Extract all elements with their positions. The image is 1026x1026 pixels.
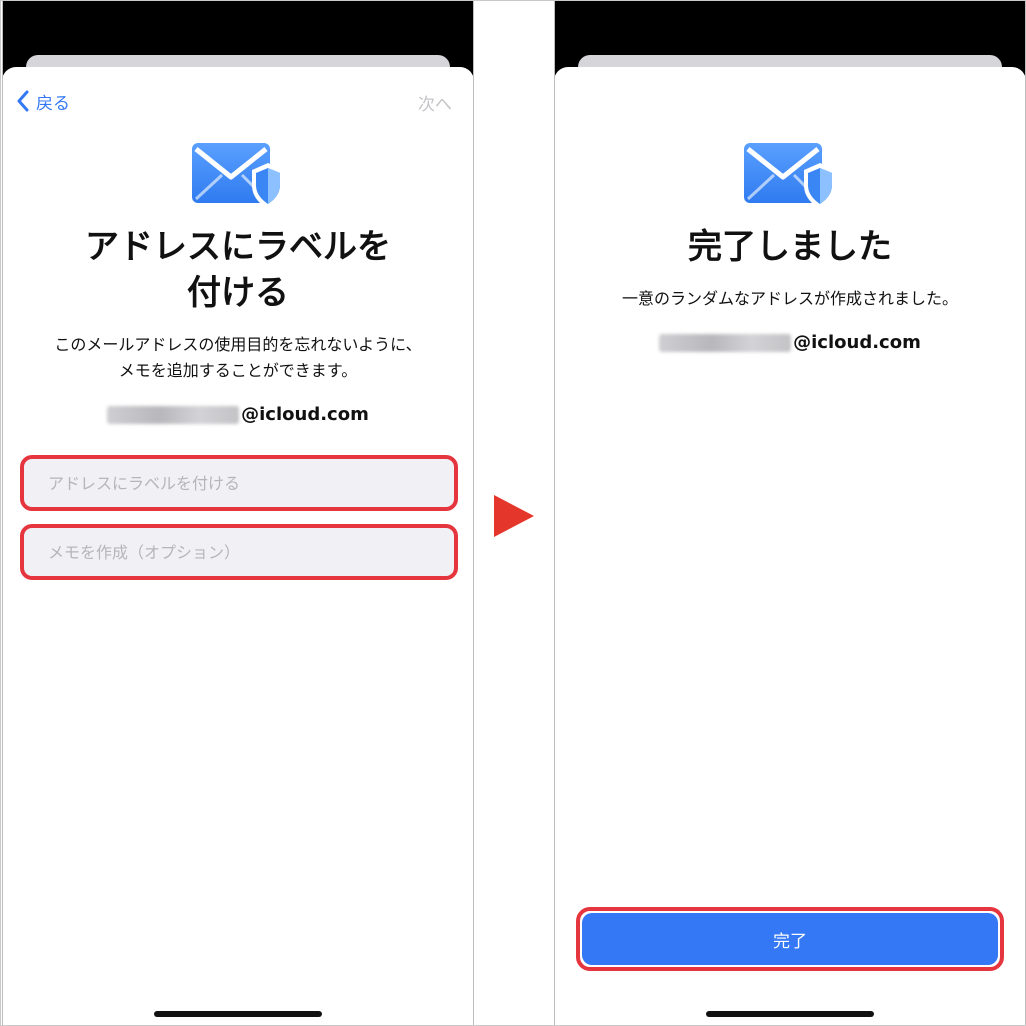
description-line2: メモを追加することができます。 [118,361,358,380]
back-button[interactable]: 戻る [16,89,70,114]
phone-screen-label-address: 戻る 次へ アドレスにラベルを 付ける このメールアドレスの使用目的を忘れないよ… [2,1,474,1025]
email-address: @icloud.com [554,332,1026,353]
label-input[interactable] [24,472,454,494]
redacted-username [659,334,792,352]
label-field-highlight [20,455,458,511]
memo-input[interactable] [24,541,454,563]
redacted-username [107,406,240,424]
email-address: @icloud.com [2,404,474,425]
comparison-frame: 戻る 次へ アドレスにラベルを 付ける このメールアドレスの使用目的を忘れないよ… [0,0,1026,1026]
chevron-left-icon [17,90,29,112]
email-domain: @icloud.com [793,332,921,353]
back-label: 戻る [36,93,70,114]
description-line1: このメールアドレスの使用目的を忘れないように、 [54,335,422,354]
page-title-line2: 付ける [187,273,289,313]
done-button-highlight: 完了 [576,907,1004,971]
play-arrow-icon [494,495,534,537]
page-title: 完了しました [688,227,892,267]
next-button[interactable]: 次へ [418,90,452,115]
phone-screen-complete: 完了しました 一意のランダムなアドレスが作成されました。 @icloud.com… [554,1,1026,1025]
done-button[interactable]: 完了 [582,913,998,965]
page-title-line1: アドレスにラベルを [85,227,391,267]
mail-shield-icon [744,143,836,209]
home-indicator[interactable] [154,1011,322,1017]
description: 一意のランダムなアドレスが作成されました。 [621,289,958,308]
memo-field-highlight [20,524,458,580]
home-indicator[interactable] [706,1011,874,1017]
mail-shield-icon [192,143,284,209]
email-domain: @icloud.com [241,404,369,425]
